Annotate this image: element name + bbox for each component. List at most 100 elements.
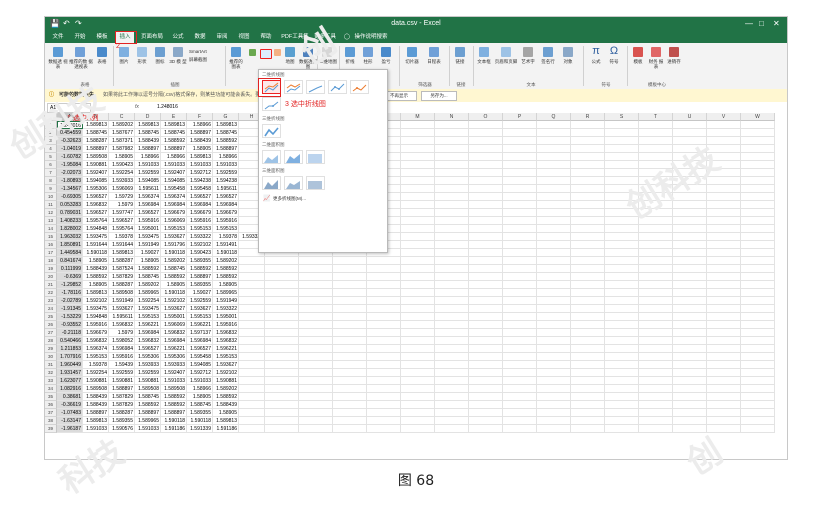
grid-cell[interactable]: [605, 321, 639, 329]
tab-template[interactable]: 模板: [93, 32, 111, 43]
grid-cell[interactable]: [605, 401, 639, 409]
grid-cell[interactable]: [469, 257, 503, 265]
grid-cell[interactable]: 1.592102: [187, 241, 213, 249]
grid-cell[interactable]: [605, 225, 639, 233]
grid-cell[interactable]: [537, 233, 571, 241]
grid-cell[interactable]: [265, 265, 299, 273]
grid-cell[interactable]: [265, 329, 299, 337]
stacked-area-option[interactable]: [284, 150, 303, 164]
grid-cell[interactable]: [435, 273, 469, 281]
grid-cell[interactable]: [401, 281, 435, 289]
grid-cell[interactable]: 1.588592: [161, 401, 187, 409]
percent-line-option[interactable]: [306, 80, 325, 94]
grid-cell[interactable]: [673, 313, 707, 321]
grid-cell[interactable]: 1.58905: [83, 257, 109, 265]
grid-cell[interactable]: [299, 417, 333, 425]
grid-cell[interactable]: 1.596984: [161, 201, 187, 209]
grid-cell[interactable]: [239, 273, 265, 281]
grid-cell[interactable]: 1.595153: [161, 225, 187, 233]
grid-cell[interactable]: 1.596221: [187, 321, 213, 329]
grid-cell[interactable]: [503, 329, 537, 337]
grid-cell[interactable]: [435, 161, 469, 169]
grid-cell[interactable]: 1.596832: [213, 337, 239, 345]
close-icon[interactable]: ✕: [773, 17, 780, 31]
grid-cell[interactable]: 1.592254: [109, 169, 135, 177]
grid-cell[interactable]: 1.5979: [109, 329, 135, 337]
grid-cell[interactable]: [707, 353, 741, 361]
line-chart-icon[interactable]: [260, 49, 272, 59]
grid-cell[interactable]: [469, 369, 503, 377]
grid-cell[interactable]: 1.589965: [213, 289, 239, 297]
grid-cell[interactable]: 1.59729: [109, 193, 135, 201]
grid-cell[interactable]: [367, 425, 401, 433]
column-header[interactable]: V: [707, 113, 741, 121]
grid-cell[interactable]: -1.78116: [57, 289, 83, 297]
grid-cell[interactable]: [435, 153, 469, 161]
grid-cell[interactable]: [571, 361, 605, 369]
grid-cell[interactable]: [707, 121, 741, 129]
grid-cell[interactable]: [401, 361, 435, 369]
grid-cell[interactable]: [435, 385, 469, 393]
grid-cell[interactable]: 0.789031: [57, 209, 83, 217]
grid-cell[interactable]: [401, 201, 435, 209]
grid-cell[interactable]: [639, 273, 673, 281]
grid-cell[interactable]: [741, 233, 775, 241]
grid-cell[interactable]: [537, 161, 571, 169]
grid-cell[interactable]: [299, 337, 333, 345]
grid-cell[interactable]: [537, 393, 571, 401]
grid-cell[interactable]: [707, 289, 741, 297]
grid-cell[interactable]: 1.589508: [83, 385, 109, 393]
grid-cell[interactable]: [571, 161, 605, 169]
tab-data[interactable]: 数据: [191, 32, 209, 43]
grid-cell[interactable]: 1.588592: [83, 273, 109, 281]
row-header[interactable]: 38: [45, 417, 57, 425]
grid-cell[interactable]: [571, 257, 605, 265]
grid-cell[interactable]: 1.596984: [187, 201, 213, 209]
column-header[interactable]: Q: [537, 113, 571, 121]
grid-cell[interactable]: 1.588897: [135, 409, 161, 417]
3d-line-option[interactable]: [262, 124, 281, 138]
row-header[interactable]: 13: [45, 217, 57, 225]
grid-cell[interactable]: [741, 273, 775, 281]
grid-cell[interactable]: [537, 281, 571, 289]
grid-cell[interactable]: [571, 137, 605, 145]
grid-cell[interactable]: 1.595153: [213, 353, 239, 361]
grid-cell[interactable]: [435, 265, 469, 273]
grid-cell[interactable]: 1.960449: [57, 361, 83, 369]
grid-cell[interactable]: [469, 305, 503, 313]
grid-cell[interactable]: 1.590118: [83, 249, 109, 257]
grid-cell[interactable]: 1.595153: [187, 313, 213, 321]
grid-cell[interactable]: 1.592559: [187, 297, 213, 305]
grid-cell[interactable]: 1.596069: [161, 321, 187, 329]
grid-cell[interactable]: -1.95084: [57, 161, 83, 169]
grid-cell[interactable]: [537, 369, 571, 377]
grid-cell[interactable]: 1.588897: [161, 409, 187, 417]
grid-cell[interactable]: 1.595153: [135, 313, 161, 321]
grid-cell[interactable]: 1.58905: [187, 393, 213, 401]
grid-cell[interactable]: [639, 297, 673, 305]
grid-cell[interactable]: [639, 377, 673, 385]
grid-cell[interactable]: [435, 329, 469, 337]
grid-cell[interactable]: [571, 313, 605, 321]
grid-cell[interactable]: [401, 193, 435, 201]
grid-cell[interactable]: [605, 281, 639, 289]
grid-cell[interactable]: 1.211853: [57, 345, 83, 353]
grid-cell[interactable]: [537, 185, 571, 193]
grid-cell[interactable]: [469, 137, 503, 145]
grid-cell[interactable]: [333, 345, 367, 353]
grid-cell[interactable]: [401, 385, 435, 393]
grid-cell[interactable]: [469, 393, 503, 401]
grid-cell[interactable]: [571, 153, 605, 161]
grid-cell[interactable]: 1.596069: [109, 185, 135, 193]
grid-cell[interactable]: [469, 249, 503, 257]
grid-cell[interactable]: 1.594238: [213, 177, 239, 185]
grid-cell[interactable]: [401, 273, 435, 281]
grid-cell[interactable]: 1.589355: [109, 417, 135, 425]
grid-cell[interactable]: 1.588745: [213, 129, 239, 137]
grid-cell[interactable]: [435, 369, 469, 377]
grid-cell[interactable]: [639, 385, 673, 393]
tab-page-layout[interactable]: 页面布局: [139, 32, 165, 43]
grid-cell[interactable]: [605, 393, 639, 401]
grid-cell[interactable]: [741, 249, 775, 257]
grid-cell[interactable]: [401, 121, 435, 129]
